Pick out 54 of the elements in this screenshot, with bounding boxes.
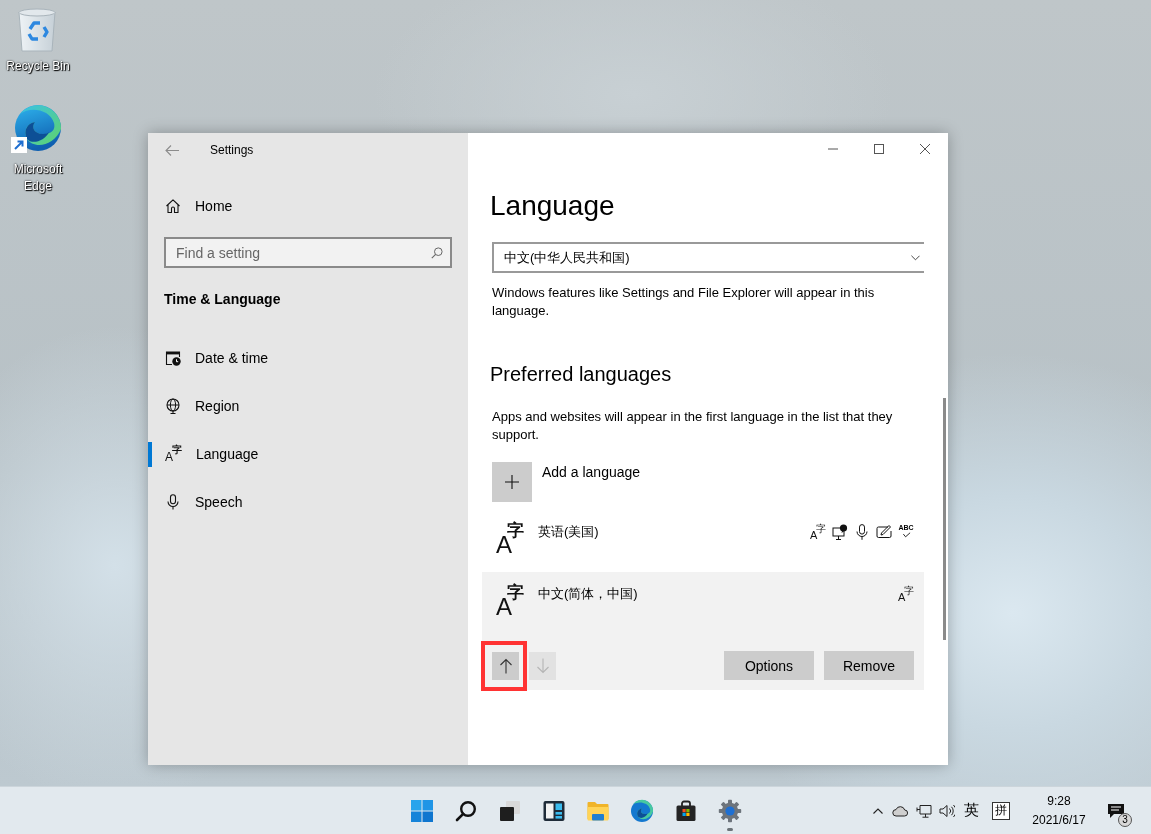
start-icon xyxy=(409,798,434,823)
microphone-icon xyxy=(165,494,181,510)
page-title: Language xyxy=(490,189,615,223)
widgets-panel-icon xyxy=(541,798,566,823)
search-icon xyxy=(453,798,478,823)
nav-item[interactable]: Speech xyxy=(148,478,468,526)
calendar-clock-icon xyxy=(165,350,181,366)
language-action-button[interactable]: Options xyxy=(724,651,814,680)
language-name: 中文(简体，中国) xyxy=(538,585,638,603)
monitor-bubble-icon xyxy=(832,524,848,540)
move-up-button[interactable] xyxy=(492,651,519,680)
home-link[interactable]: Home xyxy=(148,186,468,226)
plus-icon xyxy=(492,462,532,502)
language-name: 英语(美国) xyxy=(538,523,599,541)
globe-icon xyxy=(165,398,181,414)
running-indicator xyxy=(726,827,733,831)
section-title: Time & Language xyxy=(164,290,282,309)
scrollbar-thumb[interactable] xyxy=(943,398,946,640)
ime-button[interactable]: 拼 xyxy=(992,801,1010,820)
notifications-button[interactable]: 3 xyxy=(1100,790,1132,831)
browser-swirl-icon xyxy=(10,103,62,155)
search-field[interactable]: Find a setting xyxy=(164,237,452,268)
language-icon: A字 xyxy=(810,524,826,540)
search-icon[interactable] xyxy=(431,247,443,259)
add-language-button[interactable]: Add a language xyxy=(492,462,641,502)
close-icon xyxy=(920,144,930,154)
input-mode-button[interactable]: 英 xyxy=(960,790,982,831)
recycle-bin-icon xyxy=(17,8,57,52)
back-arrow-icon xyxy=(165,144,179,156)
down-arrow-icon xyxy=(535,657,550,674)
gear-icon xyxy=(717,798,742,823)
pen-box-icon xyxy=(876,524,892,540)
display-language-dropdown[interactable]: 中文(中华人民共和国) xyxy=(492,242,924,273)
language-action-button[interactable]: Remove xyxy=(824,651,914,680)
home-icon xyxy=(165,198,181,214)
preferred-languages-note: Apps and websites will appear in the first language in the list that they support. xyxy=(492,408,894,444)
overlapping-squares-icon xyxy=(497,798,522,823)
clock-button[interactable]: 9:28 2021/6/17 xyxy=(1022,790,1096,831)
nav-item[interactable]: Region xyxy=(148,382,468,430)
cloud-icon xyxy=(892,803,908,818)
display-language-note: Windows features like Settings and File Explorer will appear in this language. xyxy=(492,284,876,320)
notification-badge: 3 xyxy=(1118,812,1132,827)
section-heading: Preferred languages xyxy=(490,362,672,387)
language-icon: A字 xyxy=(898,586,914,602)
speaker-icon xyxy=(939,803,955,818)
network-monitor-icon xyxy=(916,803,932,818)
maximize-icon xyxy=(874,144,884,154)
up-arrow-icon xyxy=(498,657,513,674)
chevron-up-icon xyxy=(873,807,883,814)
window-title: Settings xyxy=(210,143,254,157)
nav-item[interactable]: Date & time xyxy=(148,334,468,382)
browser-swirl-icon xyxy=(629,798,654,823)
chevron-down-icon xyxy=(911,254,920,261)
microphone-icon xyxy=(854,524,870,540)
